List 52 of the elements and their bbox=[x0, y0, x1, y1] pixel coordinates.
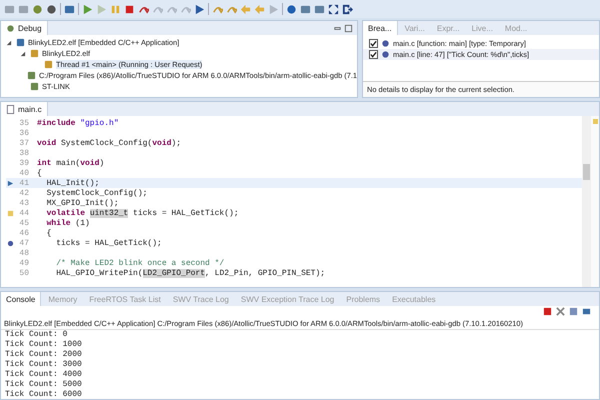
line-number: 44 bbox=[18, 208, 29, 218]
console-output-line: Tick Count: 6000 bbox=[5, 390, 83, 399]
code-line: { bbox=[37, 168, 42, 178]
code-line: void SystemClock_Config(void); bbox=[37, 138, 182, 148]
line-number: 41 bbox=[18, 178, 29, 188]
line-number: 42 bbox=[18, 188, 29, 198]
code-line: volatile uint32_t ticks = HAL_GetTick(); bbox=[46, 208, 239, 218]
view-tab[interactable]: Console bbox=[1, 292, 42, 306]
console-output-line: Tick Count: 3000 bbox=[5, 360, 83, 370]
code-line: ticks = HAL_GetTick(); bbox=[55, 238, 162, 248]
console-output-line: Tick Count: 2000 bbox=[5, 350, 83, 360]
code-line: HAL_Init(); bbox=[46, 178, 100, 188]
debug-tab[interactable]: Debug bbox=[1, 21, 48, 35]
line-number: 37 bbox=[18, 138, 29, 148]
code-line: while (1) bbox=[46, 218, 90, 228]
console-output-line: Tick Count: 4000 bbox=[5, 370, 83, 380]
code-line: { bbox=[46, 228, 52, 238]
line-number: 43 bbox=[18, 198, 29, 208]
line-number: 45 bbox=[18, 218, 29, 228]
remove-icon[interactable] bbox=[556, 307, 565, 316]
view-tab[interactable]: Brea... bbox=[363, 21, 398, 35]
code-line: HAL_GPIO_WritePin(LD2_GPIO_Port, LD2_Pin, GPIO_PIN_SET); bbox=[55, 268, 326, 278]
console-output-line: Tick Count: 1000 bbox=[5, 340, 83, 350]
scrollbar[interactable] bbox=[582, 116, 591, 287]
breakpoint-icon bbox=[7, 240, 14, 246]
code-line: #include "gpio.h" bbox=[37, 118, 119, 128]
line-number: 48 bbox=[18, 248, 29, 258]
code-line: MX_GPIO_Init(); bbox=[46, 198, 119, 208]
line-number: 47 bbox=[18, 238, 29, 248]
checkbox[interactable] bbox=[369, 39, 378, 48]
maximize-icon[interactable] bbox=[344, 24, 353, 32]
line-number: 46 bbox=[18, 228, 29, 238]
code-line: /* Make LED2 blink once a second */ bbox=[55, 258, 224, 268]
exit-tool-icon[interactable] bbox=[342, 4, 353, 14]
code-line: int main(void) bbox=[37, 158, 104, 168]
console-output-line: Tick Count: 5000 bbox=[5, 380, 83, 390]
resume-tool-icon[interactable] bbox=[82, 4, 93, 14]
line-number: 39 bbox=[18, 158, 29, 168]
code-line: SystemClock_Config(); bbox=[46, 188, 148, 198]
line-number: 50 bbox=[18, 268, 29, 278]
line-number: 36 bbox=[18, 128, 29, 138]
stop-tool-icon[interactable] bbox=[124, 4, 135, 14]
console-output-line: Tick Count: 0 bbox=[5, 330, 68, 340]
line-number: 49 bbox=[18, 258, 29, 268]
line-number: 38 bbox=[18, 148, 29, 158]
checkbox[interactable] bbox=[369, 50, 378, 59]
editor-tab[interactable]: main.c bbox=[1, 102, 48, 116]
instruction-pointer-icon bbox=[7, 180, 14, 186]
line-number: 40 bbox=[18, 168, 29, 178]
terminate-icon[interactable] bbox=[543, 307, 552, 316]
warning-icon bbox=[7, 210, 14, 216]
line-number: 35 bbox=[18, 118, 29, 128]
